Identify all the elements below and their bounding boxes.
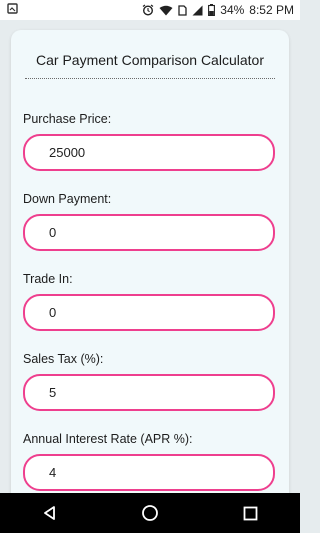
trade-in-label: Trade In:	[23, 272, 73, 286]
recents-icon	[243, 506, 258, 521]
recents-button[interactable]	[230, 493, 270, 533]
alarm-icon	[142, 4, 154, 16]
back-button[interactable]	[30, 493, 70, 533]
clock: 8:52 PM	[249, 3, 294, 17]
wifi-icon	[159, 5, 173, 16]
page-title: Car Payment Comparison Calculator	[25, 52, 275, 79]
trade-in-input[interactable]: 0	[23, 294, 275, 331]
home-button[interactable]	[130, 493, 170, 533]
back-icon	[42, 505, 58, 521]
notification-icon	[7, 3, 18, 14]
trade-in-group: Trade In: 0	[23, 272, 277, 331]
home-icon	[141, 504, 159, 522]
sales-tax-label: Sales Tax (%):	[23, 352, 104, 366]
sales-tax-input[interactable]: 5	[23, 374, 275, 411]
signal-icon	[192, 5, 203, 16]
purchase-price-group: Purchase Price: 25000	[23, 112, 277, 171]
sales-tax-group: Sales Tax (%): 5	[23, 352, 277, 411]
interest-rate-group: Annual Interest Rate (APR %): 4	[23, 432, 277, 491]
purchase-price-input[interactable]: 25000	[23, 134, 275, 171]
down-payment-input[interactable]: 0	[23, 214, 275, 251]
sim-icon	[178, 4, 187, 16]
down-payment-label: Down Payment:	[23, 192, 112, 206]
calculator-card: Car Payment Comparison Calculator Purcha…	[11, 30, 289, 500]
battery-percent: 34%	[220, 3, 245, 17]
down-payment-group: Down Payment: 0	[23, 192, 277, 251]
navigation-bar	[0, 493, 300, 533]
battery-icon	[208, 4, 216, 16]
interest-rate-label: Annual Interest Rate (APR %):	[23, 432, 193, 446]
purchase-price-label: Purchase Price:	[23, 112, 112, 126]
status-bar: 34% 8:52 PM	[0, 0, 300, 20]
interest-rate-input[interactable]: 4	[23, 454, 275, 491]
